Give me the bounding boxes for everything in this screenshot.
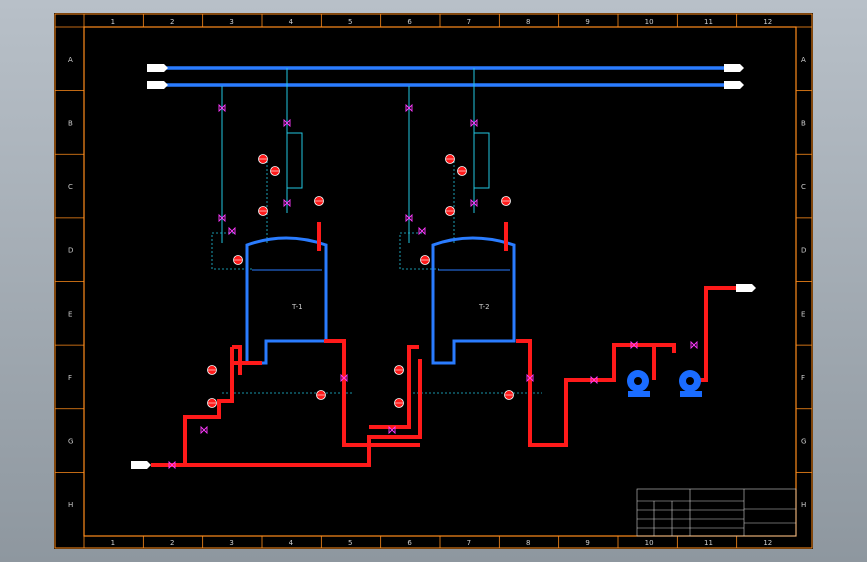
column-label: 10 <box>645 539 654 547</box>
row-label: H <box>68 501 73 509</box>
instrument-bubble <box>233 255 243 265</box>
column-label: 2 <box>170 18 174 26</box>
row-label: F <box>801 374 805 382</box>
valve <box>690 340 698 350</box>
instrument-bubbles <box>207 154 514 408</box>
column-label: 5 <box>348 18 352 26</box>
column-label: 7 <box>467 539 471 547</box>
column-label: 1 <box>111 539 115 547</box>
instrument-bubble <box>207 398 217 408</box>
valve <box>200 425 208 435</box>
row-label: C <box>68 183 73 191</box>
row-label: D <box>801 247 806 255</box>
column-label: 1 <box>111 18 115 26</box>
row-label: G <box>68 438 73 446</box>
inlet-flag <box>131 461 151 469</box>
instrument-bubble <box>457 166 467 176</box>
column-label: 9 <box>585 18 589 26</box>
row-label: D <box>68 247 73 255</box>
column-label: 11 <box>704 18 713 26</box>
column-label: 3 <box>229 18 233 26</box>
column-labels-bottom: 1 2 3 4 5 6 7 8 9 10 11 12 <box>111 539 773 547</box>
instrument-bubble <box>504 390 514 400</box>
column-label: 4 <box>289 539 294 547</box>
pump-2 <box>679 370 702 397</box>
signal-lines <box>211 161 542 394</box>
instrument-bubble <box>394 365 404 375</box>
row-label: B <box>801 119 806 127</box>
row-label: A <box>68 56 73 64</box>
column-label: 8 <box>526 18 530 26</box>
instrument-bubble <box>314 196 324 206</box>
header-inlet-flag-1 <box>147 64 168 72</box>
column-label: 3 <box>229 539 233 547</box>
tank-1 <box>245 236 328 365</box>
instrument-bubble <box>501 196 511 206</box>
header-inlet-flag-2 <box>147 81 168 89</box>
instrument-bubble <box>258 206 268 216</box>
instrument-bubble <box>445 206 455 216</box>
row-labels-right: A B C D E F G H <box>801 56 806 509</box>
column-label: 8 <box>526 539 530 547</box>
row-labels-left: A B C D E F G H <box>68 56 73 509</box>
row-label: H <box>801 501 806 509</box>
row-label: E <box>68 310 72 318</box>
column-label: 10 <box>645 18 654 26</box>
column-label: 5 <box>348 539 352 547</box>
tank-2 <box>431 236 516 365</box>
column-label: 4 <box>289 18 294 26</box>
column-label: 12 <box>763 539 772 547</box>
tank-1-tag: T-1 <box>291 303 303 311</box>
column-label: 7 <box>467 18 471 26</box>
pid-diagram: 1 2 3 4 5 6 7 8 9 10 11 12 1 2 3 4 5 6 7 8 9 10 11 12 ABCDEFGH… <box>54 13 813 549</box>
column-label: 11 <box>704 539 713 547</box>
instrument-bubble <box>420 255 430 265</box>
column-label: 12 <box>763 18 772 26</box>
instrument-bubble <box>258 154 268 164</box>
column-labels-top: 1 2 3 4 5 6 7 8 9 10 11 12 <box>111 18 773 26</box>
title-block <box>636 488 797 537</box>
row-label: A <box>801 56 806 64</box>
instrument-bubble <box>445 154 455 164</box>
header-pipes <box>147 64 744 89</box>
column-label: 2 <box>170 539 174 547</box>
tank-2-tag: T-2 <box>478 303 490 311</box>
instrument-bubble <box>270 166 280 176</box>
row-label: G <box>801 438 806 446</box>
header-outlet-flag-1 <box>724 64 744 72</box>
row-label: E <box>801 310 805 318</box>
column-label: 9 <box>585 539 589 547</box>
row-label: C <box>801 183 806 191</box>
pump-1 <box>627 370 650 397</box>
header-outlet-flag-2 <box>724 81 744 89</box>
column-label: 6 <box>407 18 412 26</box>
row-label: F <box>68 374 72 382</box>
inner-frame <box>83 26 797 537</box>
instrument-bubble <box>316 390 326 400</box>
outlet-flag <box>736 284 756 292</box>
row-label: B <box>68 119 73 127</box>
column-label: 6 <box>407 539 412 547</box>
drawing-sheet: 1 2 3 4 5 6 7 8 9 10 11 12 1 2 3 4 5 6 7 8 9 10 11 12 ABCDEFGH… <box>54 13 813 549</box>
instrument-bubble <box>207 365 217 375</box>
instrument-bubble <box>394 398 404 408</box>
